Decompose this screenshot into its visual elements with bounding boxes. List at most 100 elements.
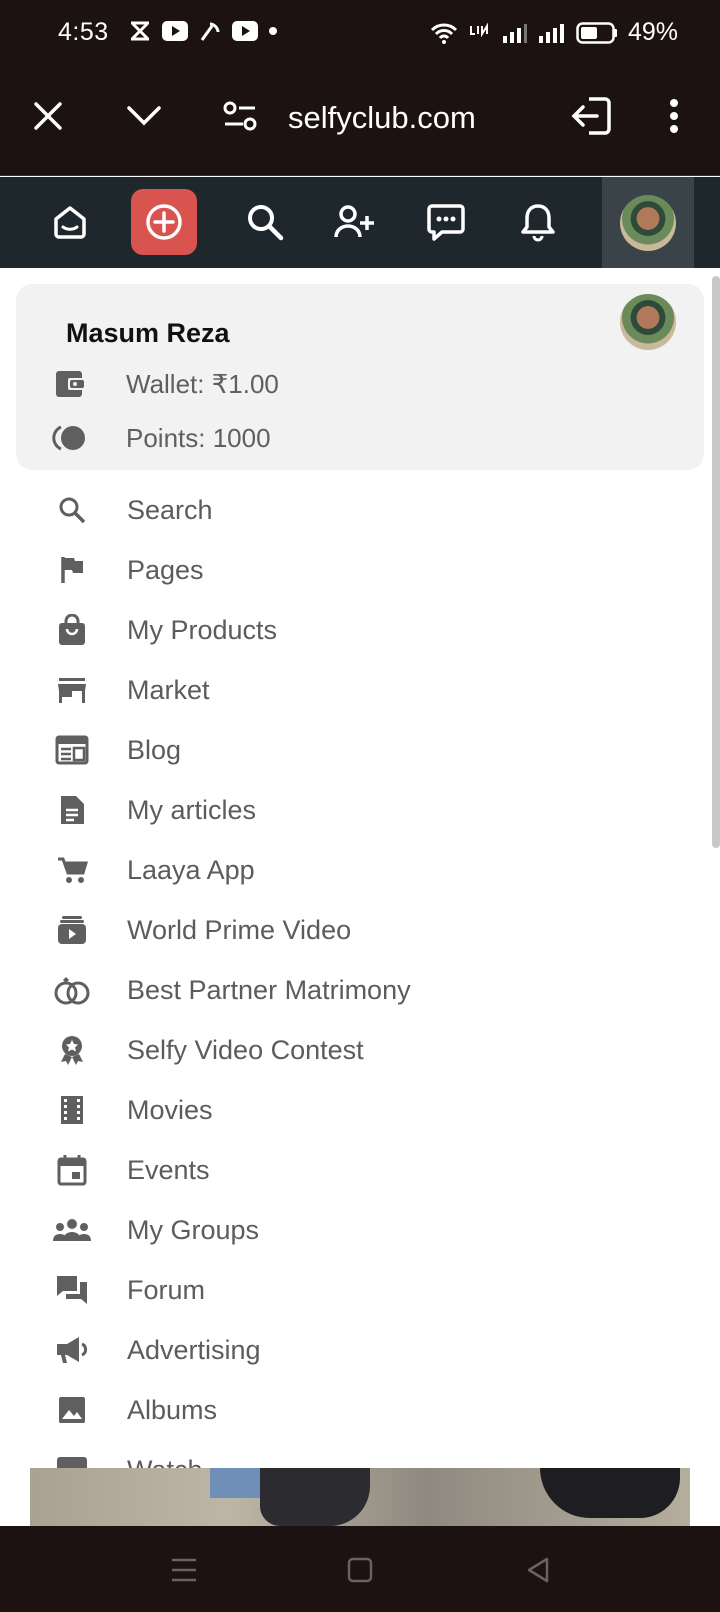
background-photo bbox=[30, 1468, 690, 1526]
wallet-row[interactable]: Wallet: ₹1.00 bbox=[50, 364, 279, 404]
store-icon bbox=[52, 670, 92, 710]
menu-item-label: World Prime Video bbox=[127, 914, 352, 945]
site-settings-button[interactable] bbox=[220, 96, 260, 136]
tune-icon bbox=[223, 101, 257, 131]
menu-item-forum[interactable]: Forum bbox=[0, 1260, 714, 1320]
photo-detail bbox=[540, 1468, 680, 1518]
status-bar: 4:53 49% bbox=[0, 0, 720, 66]
calendar-icon bbox=[52, 1150, 92, 1190]
home-button[interactable] bbox=[37, 189, 103, 255]
menu-item-world-prime-video[interactable]: World Prime Video bbox=[0, 900, 714, 960]
status-time: 4:53 bbox=[58, 18, 109, 46]
menu-item-label: Watch bbox=[127, 1455, 203, 1469]
forum-icon bbox=[52, 1270, 92, 1310]
image-icon bbox=[52, 1390, 92, 1430]
avatar bbox=[620, 194, 676, 251]
chevron-down-icon bbox=[127, 106, 161, 126]
status-right: 49% bbox=[430, 18, 678, 47]
menu-item-movies[interactable]: Movies bbox=[0, 1080, 714, 1140]
home-nav-button[interactable] bbox=[340, 1552, 380, 1588]
collapse-button[interactable] bbox=[124, 96, 164, 136]
exit-icon bbox=[571, 97, 611, 135]
site-nav bbox=[0, 177, 720, 268]
user-card-avatar[interactable] bbox=[620, 294, 676, 350]
more-vert-icon bbox=[670, 99, 678, 133]
menu-list: Search Pages My Products Market Blog My … bbox=[0, 480, 714, 1468]
battery-percentage: 49% bbox=[627, 18, 678, 46]
app-notification-icon bbox=[131, 21, 149, 41]
recent-apps-button[interactable] bbox=[164, 1552, 204, 1588]
search-button[interactable] bbox=[232, 189, 298, 255]
youtube-icon-2 bbox=[232, 21, 258, 41]
search-icon bbox=[248, 205, 284, 241]
rings-icon bbox=[52, 970, 92, 1010]
create-button[interactable] bbox=[131, 189, 197, 255]
youtube-icon bbox=[162, 21, 188, 41]
menu-item-label: Pages bbox=[127, 554, 204, 585]
profile-menu-button[interactable] bbox=[602, 177, 694, 268]
cart-icon bbox=[52, 850, 92, 890]
groups-icon bbox=[52, 1210, 92, 1250]
menu-item-albums[interactable]: Albums bbox=[0, 1380, 714, 1440]
menu-item-best-partner-matrimony[interactable]: Best Partner Matrimony bbox=[0, 960, 714, 1020]
menu-item-label: My Groups bbox=[127, 1214, 260, 1245]
dot-icon bbox=[269, 27, 277, 35]
points-row[interactable]: Points: 1000 bbox=[50, 418, 271, 458]
friend-requests-button[interactable] bbox=[321, 189, 387, 255]
menu-item-label: Best Partner Matrimony bbox=[127, 974, 411, 1005]
menu-item-label: Movies bbox=[127, 1094, 213, 1125]
user-card[interactable]: Masum Reza Wallet: ₹1.00 Points: 1000 bbox=[16, 284, 704, 470]
menu-item-search[interactable]: Search bbox=[0, 480, 714, 540]
flag-icon bbox=[52, 550, 92, 590]
close-icon bbox=[34, 102, 62, 130]
wallet-balance: Wallet: ₹1.00 bbox=[126, 368, 279, 399]
user-menu-panel: Masum Reza Wallet: ₹1.00 Points: 1000 Se… bbox=[0, 268, 714, 1468]
signal-icon bbox=[502, 23, 527, 43]
shopping-bag-icon bbox=[52, 610, 92, 650]
back-nav-button[interactable] bbox=[518, 1552, 558, 1588]
exit-button[interactable] bbox=[568, 92, 616, 140]
menu-item-label: Market bbox=[127, 674, 210, 705]
scrollbar[interactable] bbox=[712, 276, 720, 848]
document-icon bbox=[52, 790, 92, 830]
photo-detail bbox=[260, 1468, 370, 1526]
menu-item-my-articles[interactable]: My articles bbox=[0, 780, 714, 840]
square-icon bbox=[347, 1557, 373, 1583]
megaphone-icon bbox=[52, 1330, 92, 1370]
menu-button[interactable] bbox=[654, 96, 694, 136]
back-triangle-icon bbox=[527, 1557, 549, 1583]
notifications-button[interactable] bbox=[505, 189, 571, 255]
bell-icon bbox=[521, 204, 555, 242]
menu-item-blog[interactable]: Blog bbox=[0, 720, 714, 780]
url-text[interactable]: selfyclub.com bbox=[288, 100, 476, 136]
menu-item-selfy-video-contest[interactable]: Selfy Video Contest bbox=[0, 1020, 714, 1080]
user-name[interactable]: Masum Reza bbox=[66, 318, 230, 349]
menu-item-label: Laaya App bbox=[127, 854, 255, 885]
messages-button[interactable] bbox=[413, 189, 479, 255]
menu-item-my-products[interactable]: My Products bbox=[0, 600, 714, 660]
close-tab-button[interactable] bbox=[28, 96, 68, 136]
menu-item-my-groups[interactable]: My Groups bbox=[0, 1200, 714, 1260]
browser-toolbar: selfyclub.com bbox=[0, 66, 720, 176]
menu-item-pages[interactable]: Pages bbox=[0, 540, 714, 600]
points-balance: Points: 1000 bbox=[126, 422, 271, 453]
add-circle-icon bbox=[146, 204, 182, 240]
menu-item-label: Albums bbox=[127, 1394, 218, 1425]
menu-item-label: My articles bbox=[127, 794, 257, 825]
menu-item-label: Forum bbox=[127, 1274, 206, 1305]
menu-item-label: Advertising bbox=[127, 1334, 261, 1365]
home-icon bbox=[54, 206, 86, 239]
menu-item-laaya-app[interactable]: Laaya App bbox=[0, 840, 714, 900]
menu-item-events[interactable]: Events bbox=[0, 1140, 714, 1200]
video-library-icon bbox=[52, 910, 92, 950]
film-icon bbox=[52, 1090, 92, 1130]
menu-item-label: Blog bbox=[127, 734, 182, 765]
menu-item-market[interactable]: Market bbox=[0, 660, 714, 720]
wallet-icon bbox=[50, 364, 90, 404]
notification-icons bbox=[128, 20, 278, 42]
phone-signal-icon bbox=[200, 22, 220, 41]
menu-item-label: Events bbox=[127, 1154, 210, 1185]
menu-item-advertising[interactable]: Advertising bbox=[0, 1320, 714, 1380]
menu-item-watch[interactable]: Watch bbox=[0, 1440, 714, 1468]
system-nav-bar bbox=[0, 1526, 720, 1612]
